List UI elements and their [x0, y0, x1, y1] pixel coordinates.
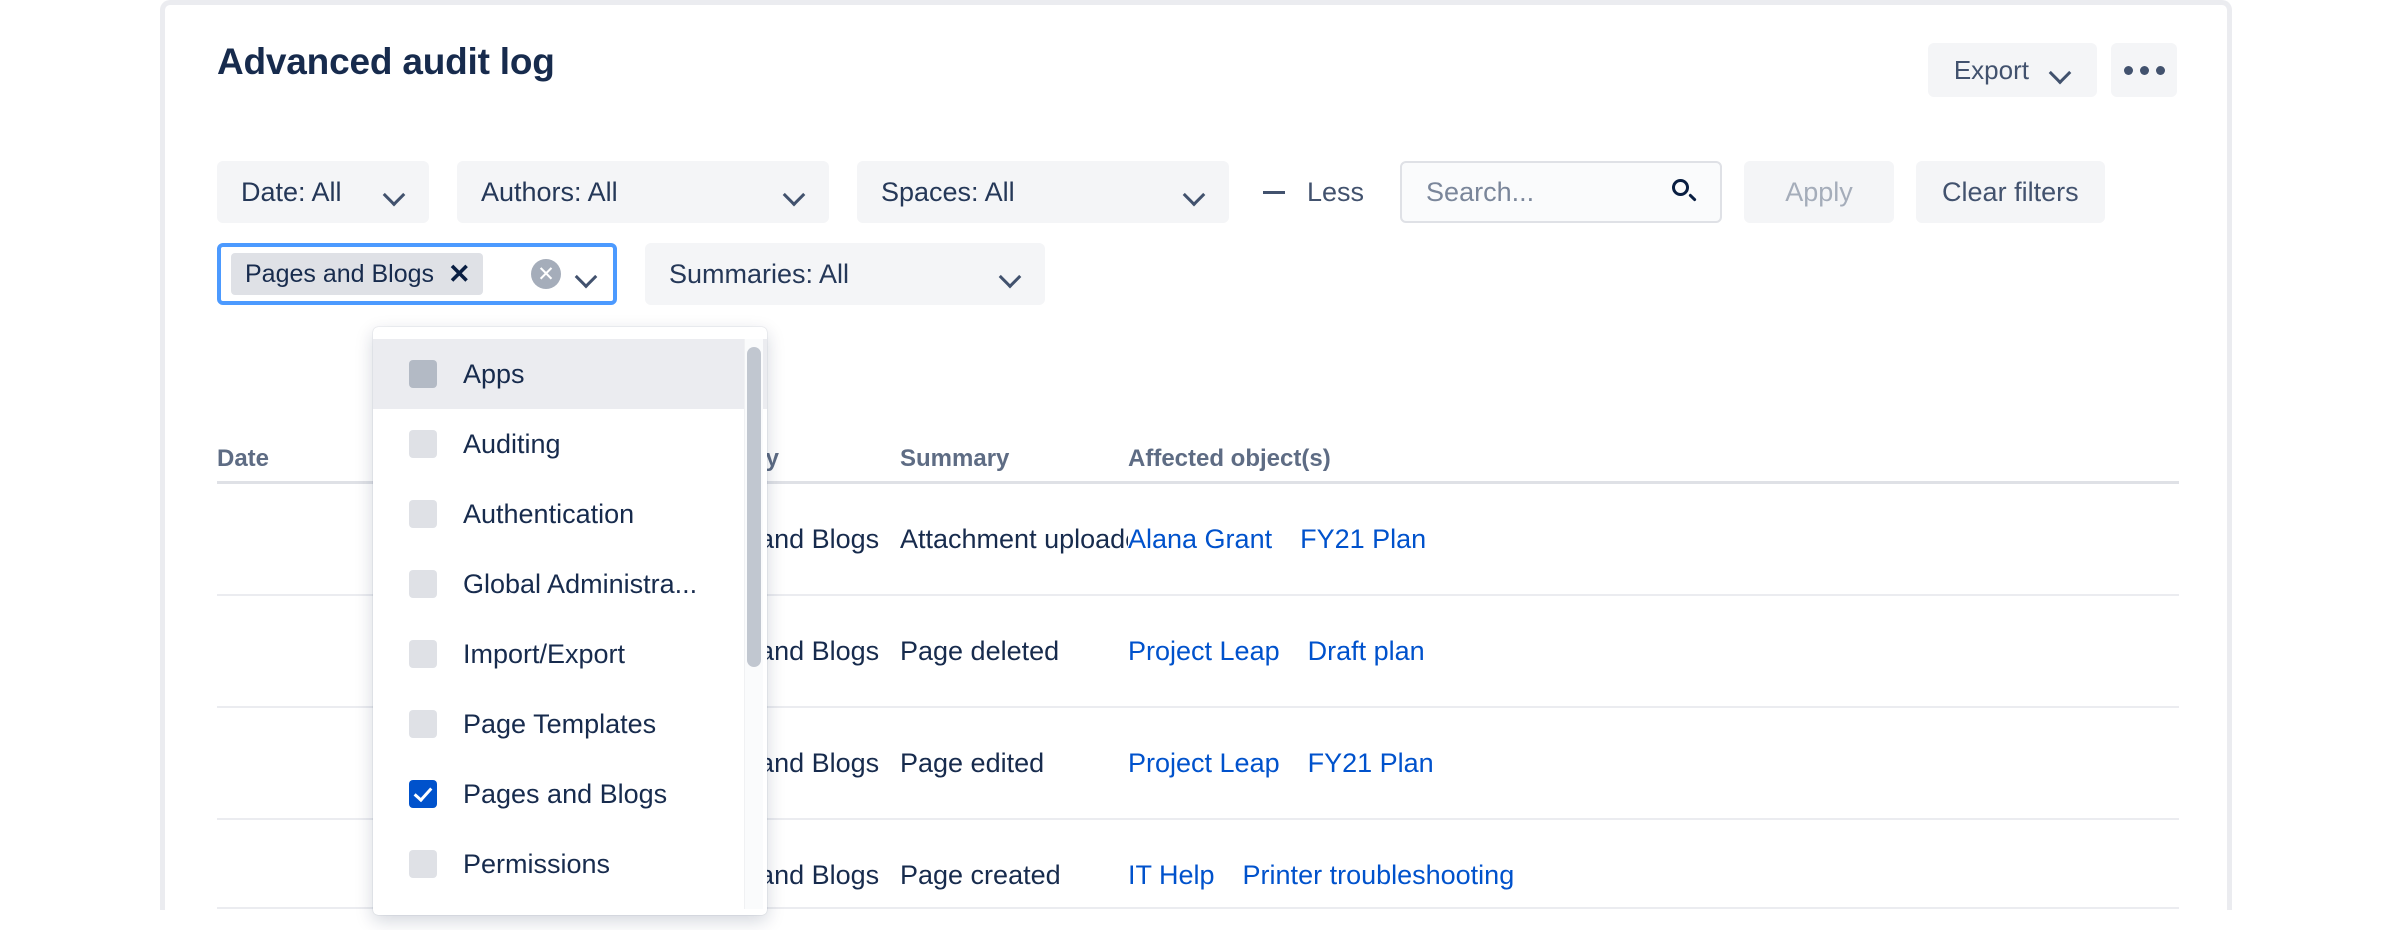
cell-affected-objects: Project Leap FY21 Plan — [1128, 748, 2179, 779]
chevron-down-icon — [385, 187, 405, 198]
page-title: Advanced audit log — [217, 41, 555, 82]
checkbox-icon[interactable] — [409, 500, 437, 528]
affected-object-link[interactable]: IT Help — [1128, 860, 1215, 891]
less-toggle-label: Less — [1307, 176, 1365, 207]
dropdown-item[interactable]: Auditing — [373, 409, 767, 479]
dropdown-item-label: Global Administra... — [463, 568, 698, 599]
dropdown-item-label: Authentication — [463, 498, 635, 529]
filter-date-select[interactable]: Date: All — [217, 161, 429, 223]
apply-button-label: Apply — [1785, 176, 1853, 207]
chevron-down-icon — [2051, 65, 2071, 76]
clear-filters-button[interactable]: Clear filters — [1916, 161, 2105, 223]
filter-authors-select[interactable]: Authors: All — [457, 161, 829, 223]
dropdown-item-list: Apps Auditing Authentication Global Adminis… — [373, 339, 767, 915]
search-input[interactable] — [1424, 175, 1659, 209]
chip-remove-icon[interactable]: ✕ — [448, 260, 471, 288]
less-filters-toggle[interactable]: Less — [1263, 177, 1364, 208]
chevron-down-icon — [1001, 269, 1021, 280]
ellipsis-icon — [2123, 65, 2133, 75]
checkbox-icon[interactable] — [409, 640, 437, 668]
column-header-objects: Affected object(s) — [1128, 445, 1331, 472]
affected-object-link[interactable]: Project Leap — [1128, 748, 1280, 779]
cell-affected-objects: Project Leap Draft plan — [1128, 636, 2179, 667]
selected-category-chip: Pages and Blogs ✕ — [231, 253, 483, 295]
page-header: Advanced audit log Export — [165, 5, 2227, 115]
checkbox-icon[interactable] — [409, 850, 437, 878]
dropdown-item[interactable]: Permissions — [373, 829, 767, 899]
chevron-down-icon[interactable] — [577, 269, 597, 280]
dropdown-item[interactable]: Authentication — [373, 479, 767, 549]
filter-spaces-select[interactable]: Spaces: All — [857, 161, 1229, 223]
checkbox-icon[interactable] — [409, 430, 437, 458]
cell-summary-text: Page deleted — [900, 635, 1060, 666]
filter-spaces-label: Spaces: All — [881, 176, 1015, 207]
export-button-label: Export — [1953, 54, 2029, 85]
dropdown-item[interactable]: Pages and Blogs — [373, 759, 767, 829]
dropdown-item-label: Permissions — [463, 848, 611, 879]
clear-filters-label: Clear filters — [1942, 176, 2079, 207]
filter-date-label: Date: All — [241, 176, 342, 207]
filter-bar-secondary: Pages and Blogs ✕ ✕ Summaries: All — [217, 243, 1045, 305]
audit-log-card: Advanced audit log Export Date: All Auth… — [160, 0, 2232, 915]
dropdown-item-label: Pages and Blogs — [463, 778, 668, 809]
dropdown-item-label: Apps — [463, 358, 525, 389]
checkbox-icon[interactable] — [409, 570, 437, 598]
search-icon — [1672, 179, 1698, 205]
dropdown-item-label: Import/Export — [463, 638, 626, 669]
dropdown-scrollbar-thumb[interactable] — [747, 347, 761, 667]
chevron-down-icon — [785, 187, 805, 198]
dropdown-item[interactable]: Apps — [373, 339, 767, 409]
clear-selection-icon[interactable]: ✕ — [531, 259, 561, 289]
cell-summary: Page created — [900, 860, 1128, 891]
checkbox-icon[interactable] — [409, 710, 437, 738]
affected-object-link[interactable]: Printer troubleshooting — [1243, 860, 1515, 891]
search-field[interactable] — [1400, 161, 1723, 223]
affected-object-link[interactable]: Alana Grant — [1128, 524, 1272, 555]
affected-object-link[interactable]: FY21 Plan — [1300, 524, 1426, 555]
cell-summary-text: Page created — [900, 859, 1061, 890]
page-root: Advanced audit log Export Date: All Auth… — [0, 0, 2400, 915]
dropdown-scrollbar[interactable] — [744, 339, 763, 909]
cell-summary: Attachment uploaded — [900, 524, 1128, 555]
category-dropdown-menu[interactable]: Apps Auditing Authentication Global Adminis… — [373, 327, 767, 915]
ellipsis-icon — [2139, 65, 2149, 75]
dropdown-item[interactable]: Page Templates — [373, 689, 767, 759]
filter-summaries-label: Summaries: All — [669, 258, 850, 289]
affected-object-link[interactable]: FY21 Plan — [1308, 748, 1434, 779]
affected-object-link[interactable]: Draft plan — [1308, 636, 1425, 667]
filter-authors-label: Authors: All — [481, 176, 618, 207]
export-button[interactable]: Export — [1927, 43, 2097, 97]
header-actions: Export — [1927, 43, 2177, 97]
column-header-summary: Summary — [900, 445, 1010, 472]
dropdown-item-label: Auditing — [463, 428, 561, 459]
cell-summary: Page deleted — [900, 636, 1128, 667]
dropdown-item[interactable]: Spaces — [373, 899, 767, 915]
chip-label: Pages and Blogs — [245, 259, 435, 288]
cell-summary-text: Attachment uploaded — [900, 523, 1128, 554]
minus-icon — [1263, 190, 1285, 194]
cell-summary-text: Page edited — [900, 747, 1045, 778]
filter-summaries-select[interactable]: Summaries: All — [645, 243, 1045, 305]
checkbox-checked-icon[interactable] — [409, 780, 437, 808]
cell-affected-objects: IT Help Printer troubleshooting — [1128, 860, 2179, 891]
more-actions-button[interactable] — [2111, 43, 2177, 97]
ellipsis-icon — [2155, 65, 2165, 75]
dropdown-item[interactable]: Import/Export — [373, 619, 767, 689]
checkbox-icon[interactable] — [409, 360, 437, 388]
affected-object-link[interactable]: Project Leap — [1128, 636, 1280, 667]
filter-category-select[interactable]: Pages and Blogs ✕ ✕ — [217, 243, 617, 305]
dropdown-item[interactable]: Global Administra... — [373, 549, 767, 619]
cell-affected-objects: Alana Grant FY21 Plan — [1128, 524, 2179, 555]
dropdown-item-label: Page Templates — [463, 708, 657, 739]
filter-bar-primary: Date: All Authors: All Spaces: All Less … — [217, 161, 2105, 223]
apply-button[interactable]: Apply — [1744, 161, 1895, 223]
chevron-down-icon — [1185, 187, 1205, 198]
cell-summary: Page edited — [900, 748, 1128, 779]
